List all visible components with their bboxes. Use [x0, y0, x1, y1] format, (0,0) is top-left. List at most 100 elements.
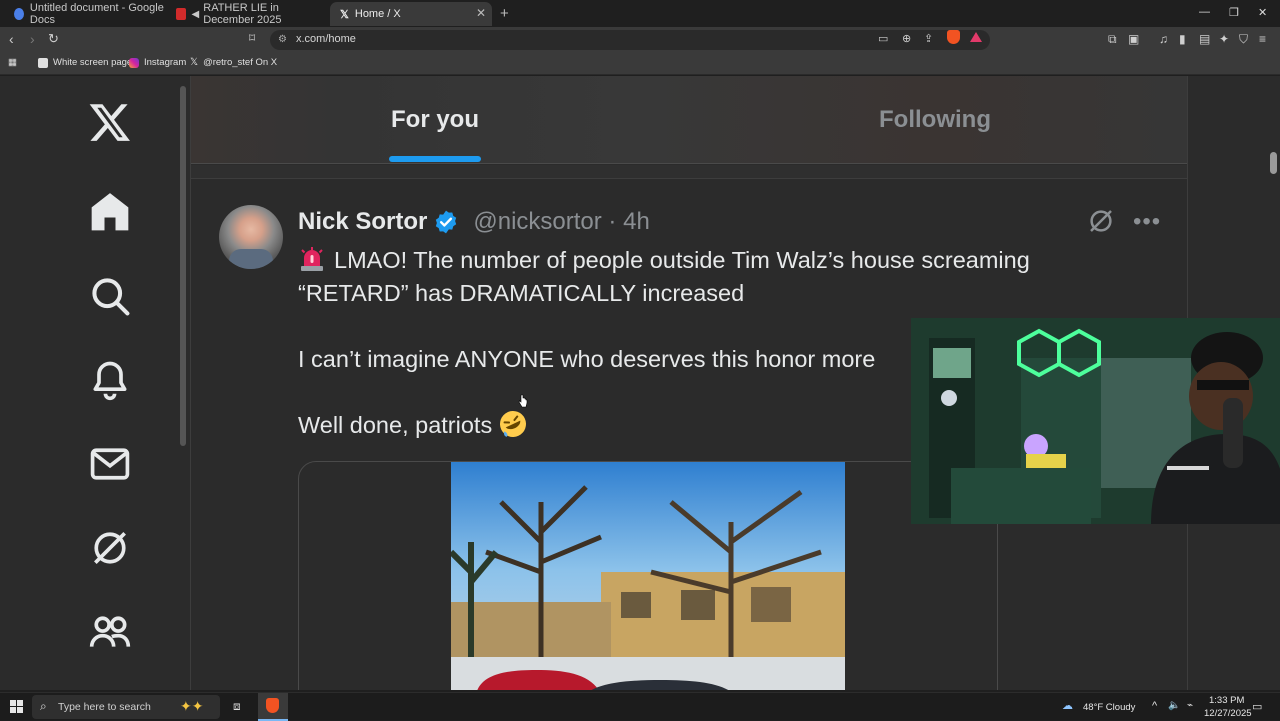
bookmark-label: @retro_stef On X: [203, 57, 278, 68]
search-icon: ⌕: [40, 699, 47, 713]
brave-rewards-icon[interactable]: [970, 32, 982, 42]
wallet-panel-icon[interactable]: ▤: [1199, 32, 1210, 46]
post-text-line-4: Well done, patriots: [298, 412, 493, 438]
grok-explain-icon[interactable]: [1086, 206, 1116, 236]
menu-icon[interactable]: ≡: [1259, 32, 1266, 46]
webcam-feed-image: [911, 318, 1280, 524]
post-text-line-1: LMAO! The number of people outside Tim W…: [334, 247, 1030, 273]
bookmark-instagram[interactable]: Instagram: [129, 57, 186, 68]
youtube-favicon-icon: [176, 8, 186, 20]
zoom-icon[interactable]: ⊕: [902, 32, 911, 45]
post-author-row: Nick Sortor @nicksortor · 4h: [298, 208, 650, 236]
new-tab-button[interactable]: +: [500, 5, 509, 22]
left-nav-scrollbar[interactable]: [180, 86, 186, 446]
cast-icon[interactable]: ▭: [878, 32, 888, 45]
post-text-line-2: “RETARD” has DRAMATICALLY increased: [298, 280, 745, 306]
post-video-thumbnail[interactable]: [451, 462, 845, 690]
author-avatar[interactable]: [219, 205, 283, 269]
mouse-cursor-icon: [518, 394, 528, 408]
x-favicon-icon: 𝕏: [340, 8, 349, 21]
streamer-webcam-overlay: [911, 318, 1280, 524]
page-icon: [38, 57, 48, 68]
clock-date[interactable]: 12/27/2025: [1204, 708, 1252, 719]
rofl-emoji-icon: [500, 411, 527, 437]
apps-grid-icon[interactable]: ▦: [8, 57, 17, 68]
tab-title: RATHER LIE in December 2025: [203, 2, 282, 26]
x-favicon-icon: 𝕏: [190, 57, 199, 68]
bookmark-white-screen[interactable]: White screen page: [38, 57, 132, 68]
reload-icon[interactable]: ↻: [48, 31, 59, 47]
volume-icon[interactable]: 🔈: [1168, 700, 1180, 711]
leo-ai-icon[interactable]: ✦: [1219, 32, 1229, 46]
forward-icon[interactable]: ›: [30, 31, 35, 47]
restore-window-icon[interactable]: ❐: [1229, 6, 1239, 19]
feed-divider: [191, 165, 1187, 179]
post-line: LMAO! The number of people outside Tim W…: [298, 244, 1098, 277]
clock-time[interactable]: 1:33 PM: [1209, 695, 1244, 706]
close-window-icon[interactable]: ✕: [1258, 6, 1267, 19]
tab-following[interactable]: Following: [879, 106, 991, 134]
extensions-icon[interactable]: ⧉: [1108, 32, 1117, 47]
tab-google-docs[interactable]: Untitled document - Google Docs: [4, 2, 164, 26]
rotating-light-emoji-icon: [301, 247, 323, 271]
bookmark-retro-stef[interactable]: 𝕏 @retro_stef On X: [190, 57, 277, 68]
taskbar-brave-button[interactable]: [258, 693, 288, 721]
post-media-card[interactable]: [298, 461, 998, 690]
x-left-navigation: [0, 76, 178, 690]
instagram-icon: [129, 57, 139, 68]
author-name[interactable]: Nick Sortor: [298, 208, 427, 236]
tab-title: Untitled document - Google Docs: [29, 2, 164, 26]
verified-badge-icon[interactable]: [433, 209, 459, 235]
browser-tab-strip: Untitled document - Google Docs ◀ RATHER…: [0, 0, 1280, 27]
communities-icon[interactable]: [88, 610, 132, 654]
media-icon[interactable]: ♫: [1159, 32, 1168, 46]
search-highlight-icon: ✦✦: [180, 698, 204, 714]
wallet-icon[interactable]: ▣: [1128, 32, 1139, 46]
x-logo-icon[interactable]: [88, 100, 132, 144]
notifications-icon[interactable]: ▭: [1252, 700, 1262, 713]
address-bar[interactable]: ⚙ x.com/home ▭ ⊕ ⇪: [270, 30, 990, 50]
bookmarks-bar: ▦ White screen page Instagram 𝕏 @retro_s…: [0, 53, 1280, 75]
minimize-window-icon[interactable]: —: [1199, 6, 1210, 18]
url-text[interactable]: x.com/home: [296, 33, 356, 45]
author-handle-time[interactable]: @nicksortor · 4h: [473, 208, 649, 236]
brave-shields-icon[interactable]: [947, 30, 960, 44]
share-icon[interactable]: ⇪: [924, 32, 933, 45]
google-docs-favicon-icon: [14, 8, 24, 20]
home-icon[interactable]: [88, 190, 132, 234]
network-icon[interactable]: ⌁: [1187, 700, 1193, 711]
vpn-icon[interactable]: ⛉: [1239, 32, 1248, 47]
close-tab-icon[interactable]: ✕: [476, 6, 486, 20]
weather-text[interactable]: 48°F Cloudy: [1083, 702, 1135, 713]
explore-search-icon[interactable]: [88, 274, 132, 318]
avatar-shirt: [229, 249, 273, 269]
speaker-icon: ◀: [191, 8, 200, 20]
bookmark-label: Instagram: [144, 57, 187, 68]
site-info-icon[interactable]: ⚙: [278, 34, 287, 45]
tab-youtube-video[interactable]: ◀ RATHER LIE in December 2025: [166, 2, 328, 26]
tab-home-x[interactable]: 𝕏 Home / X ✕: [330, 2, 492, 26]
bookmark-page-icon[interactable]: ⌑: [249, 31, 255, 45]
street-scene-image: [451, 462, 845, 690]
windows-taskbar: ⌕ Type here to search ✦✦ ⧈ ☁ 48°F Cloudy…: [0, 692, 1280, 721]
bookmark-label: White screen page: [53, 57, 133, 68]
system-tray-chevron-icon[interactable]: ^: [1152, 700, 1157, 712]
taskbar-search-placeholder: Type here to search: [58, 701, 151, 713]
selected-tab-indicator: [389, 156, 481, 162]
browser-toolbar: ‹ › ↻ ⌑ ⚙ x.com/home ▭ ⊕ ⇪ ⧉ ▣ ♫ ▮ ▤ ✦ ⛉…: [0, 27, 1280, 53]
grok-icon[interactable]: [88, 526, 132, 570]
back-icon[interactable]: ‹: [9, 31, 14, 47]
tab-title: Home / X: [354, 8, 401, 20]
feed-header: For you Following: [191, 76, 1187, 164]
page-scrollbar-thumb[interactable]: [1270, 152, 1277, 174]
messages-envelope-icon[interactable]: [88, 442, 132, 486]
task-view-icon[interactable]: ⧈: [233, 699, 241, 714]
windows-start-icon[interactable]: [10, 700, 23, 713]
notifications-bell-icon[interactable]: [88, 358, 132, 402]
more-options-icon[interactable]: •••: [1133, 208, 1161, 236]
taskbar-search-box[interactable]: ⌕ Type here to search ✦✦: [32, 695, 220, 719]
weather-cloud-icon[interactable]: ☁: [1062, 699, 1073, 712]
tab-for-you[interactable]: For you: [391, 106, 479, 134]
brave-browser-icon: [266, 698, 279, 713]
sidebar-icon[interactable]: ▮: [1179, 32, 1186, 46]
